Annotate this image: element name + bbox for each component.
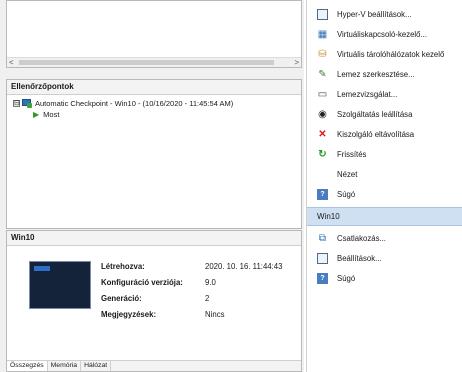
action-label: Súgó [337, 189, 356, 199]
action-label: Kiszolgáló eltávolítása [337, 129, 415, 139]
checkpoint-icon [22, 99, 32, 108]
virtual-machine-list[interactable]: < > [6, 0, 302, 68]
action-remove-server[interactable]: ✕ Kiszolgáló eltávolítása [307, 124, 462, 144]
action-stop-service[interactable]: ◉ Szolgáltatás leállítása [307, 104, 462, 124]
action-edit-disk[interactable]: ✎ Lemez szerkesztése... [307, 64, 462, 84]
actions-pane: Hyper-V beállítások... ▦ Virtuáliskapcso… [306, 0, 462, 372]
document-icon [317, 8, 328, 20]
vm-thumbnail[interactable] [29, 261, 91, 309]
now-label: Most [43, 110, 60, 119]
checkpoint-label: Automatic Checkpoint - Win10 - (10/16/20… [35, 99, 234, 108]
horizontal-scrollbar[interactable]: < > [7, 57, 301, 67]
view-spacer [317, 169, 328, 180]
detail-key: Létrehozva: [101, 262, 145, 271]
checkpoints-panel: Ellenőrzőpontok ⊟ Automatic Checkpoint -… [6, 79, 302, 229]
action-label: Nézet [337, 169, 358, 179]
detail-row-config-version: Konfiguráció verziója: 9.0 [101, 278, 216, 287]
action-label: Beállítások... [337, 253, 382, 263]
action-connect[interactable]: ⧉ Csatlakozás... [307, 228, 462, 248]
action-label: Súgó [337, 273, 356, 283]
play-icon: ▶ [33, 110, 40, 119]
left-pane: < > Ellenőrzőpontok ⊟ Automatic Checkpoi… [0, 0, 304, 372]
detail-key: Generáció: [101, 294, 142, 303]
refresh-icon: ↻ [318, 148, 327, 160]
action-help[interactable]: ? Súgó [307, 184, 462, 204]
detail-value: 2 [205, 294, 210, 303]
settings-icon [317, 252, 328, 264]
scroll-right-button[interactable]: > [294, 58, 299, 67]
remove-icon: ✕ [318, 128, 327, 140]
detail-value: 2020. 10. 16. 11:44:43 [205, 262, 283, 271]
san-icon: ⛁ [318, 48, 327, 60]
detail-row-generation: Generáció: 2 [101, 294, 209, 303]
help-icon: ? [317, 188, 328, 200]
action-san-manager[interactable]: ⛁ Virtuális tárolóhálózatok kezelő [307, 44, 462, 64]
details-header: Win10 [7, 231, 301, 246]
action-virtual-switch-manager[interactable]: ▦ Virtuáliskapcsoló-kezelő... [307, 24, 462, 44]
scrollbar-thumb[interactable] [19, 60, 274, 65]
action-refresh[interactable]: ↻ Frissítés [307, 144, 462, 164]
checkpoints-header: Ellenőrzőpontok [7, 80, 301, 95]
tab-network[interactable]: Hálózat [81, 361, 112, 371]
action-label: Lemezvizsgálat... [337, 89, 398, 99]
connect-icon: ⧉ [318, 232, 327, 244]
vm-actions-section-header[interactable]: Win10 [307, 207, 462, 226]
action-vm-help[interactable]: ? Súgó [307, 268, 462, 288]
help-icon: ? [317, 272, 328, 284]
action-hyperv-settings[interactable]: Hyper-V beállítások... [307, 4, 462, 24]
detail-value: 9.0 [205, 278, 216, 287]
action-label: Lemez szerkesztése... [337, 69, 415, 79]
action-label: Virtuáliskapcsoló-kezelő... [337, 29, 427, 39]
now-item[interactable]: ▶ Most [13, 109, 301, 120]
action-view[interactable]: Nézet [307, 164, 462, 184]
action-label: Frissítés [337, 149, 367, 159]
scroll-left-button[interactable]: < [9, 58, 14, 67]
detail-row-notes: Megjegyzések: Nincs [101, 310, 225, 319]
checkpoint-item[interactable]: ⊟ Automatic Checkpoint - Win10 - (10/16/… [13, 98, 301, 109]
inspect-disk-icon: ▭ [317, 88, 328, 100]
detail-key: Konfiguráció verziója: [101, 278, 183, 287]
action-vm-settings[interactable]: Beállítások... [307, 248, 462, 268]
tab-summary[interactable]: Összegzés [7, 361, 48, 371]
action-label: Szolgáltatás leállítása [337, 109, 413, 119]
vm-details-panel: Win10 Létrehozva: 2020. 10. 16. 11:44:43 … [6, 230, 302, 372]
details-tabs: Összegzés Memória Hálózat [7, 360, 301, 371]
detail-row-created: Létrehozva: 2020. 10. 16. 11:44:43 [101, 262, 282, 271]
edit-disk-icon: ✎ [318, 68, 327, 80]
switch-icon: ▦ [317, 28, 328, 40]
checkpoint-tree: ⊟ Automatic Checkpoint - Win10 - (10/16/… [7, 95, 301, 120]
detail-key: Megjegyzések: [101, 310, 157, 319]
action-inspect-disk[interactable]: ▭ Lemezvizsgálat... [307, 84, 462, 104]
tab-memory[interactable]: Memória [48, 361, 82, 371]
action-label: Virtuális tárolóhálózatok kezelő [337, 49, 445, 59]
stop-icon: ◉ [318, 108, 327, 120]
action-label: Csatlakozás... [337, 233, 386, 243]
collapse-toggle[interactable]: ⊟ [13, 100, 20, 107]
detail-value: Nincs [205, 310, 225, 319]
action-label: Hyper-V beállítások... [337, 9, 412, 19]
